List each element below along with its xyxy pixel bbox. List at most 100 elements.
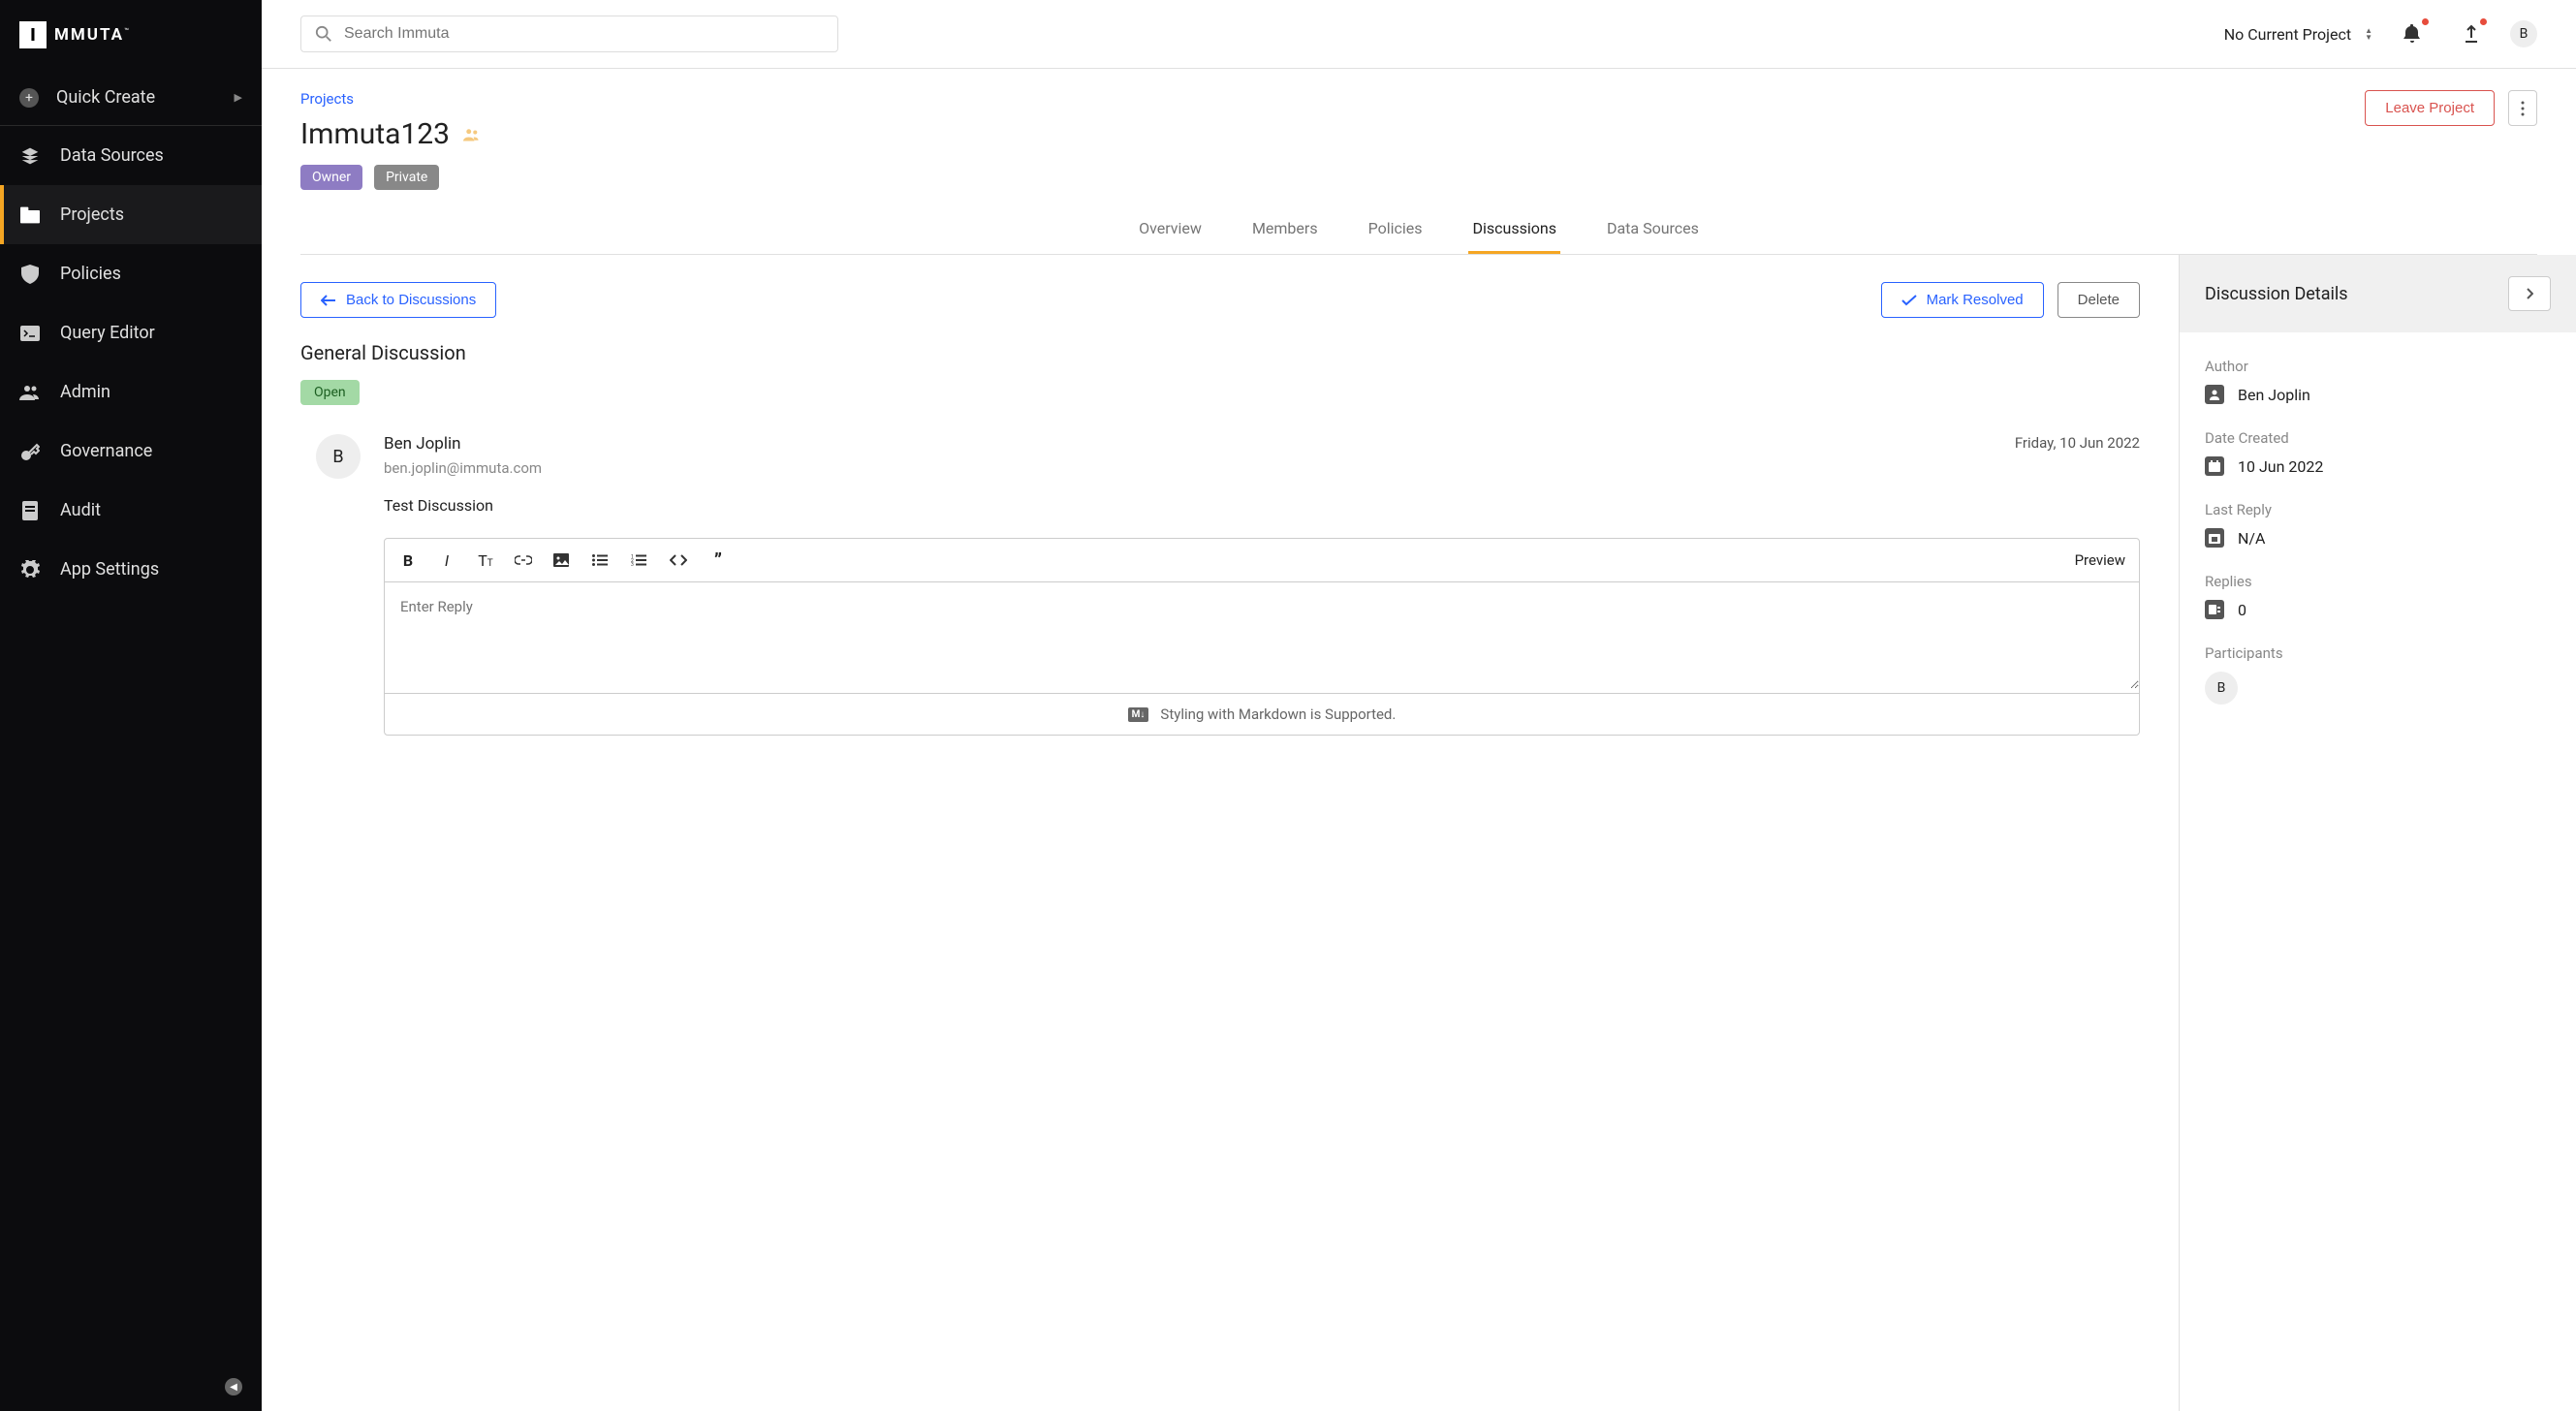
tab-data-sources[interactable]: Data Sources <box>1603 205 1703 254</box>
nav-label: Governance <box>60 441 152 461</box>
logo-text: MMUTA™ <box>54 25 129 45</box>
post-date: Friday, 10 Jun 2022 <box>2015 434 2140 454</box>
author-value: Ben Joplin <box>2238 386 2310 404</box>
collapse-panel-button[interactable] <box>2508 276 2551 311</box>
link-button[interactable] <box>515 555 534 565</box>
image-icon <box>553 553 569 567</box>
chevron-updown-icon: ▲▼ <box>2365 27 2372 41</box>
editor-footer: M↓ Styling with Markdown is Supported. <box>385 693 2139 735</box>
reply-textarea[interactable] <box>385 582 2139 689</box>
details-panel: Discussion Details Author Ben Joplin <box>2179 255 2576 1411</box>
check-icon <box>1901 295 1917 306</box>
svg-text:3: 3 <box>631 562 634 566</box>
sidebar-item-data-sources[interactable]: Data Sources <box>0 126 262 185</box>
sidebar-item-admin[interactable]: Admin <box>0 362 262 422</box>
back-label: Back to Discussions <box>346 292 476 308</box>
plus-circle-icon: + <box>19 88 39 108</box>
project-selector[interactable]: No Current Project ▲▼ <box>2224 25 2372 44</box>
quick-create-label: Quick Create <box>56 87 217 108</box>
italic-button[interactable]: I <box>437 551 456 570</box>
chevron-right-icon <box>2526 288 2533 299</box>
markdown-hint: Styling with Markdown is Supported. <box>1160 706 1396 723</box>
gear-icon <box>19 560 41 580</box>
preview-button[interactable]: Preview <box>2075 551 2125 569</box>
bell-icon <box>2403 24 2421 44</box>
people-icon <box>463 128 481 141</box>
notifications-button[interactable] <box>2392 20 2433 47</box>
layers-icon <box>19 146 41 166</box>
sidebar: I MMUTA™ + Quick Create ▶ Data Sources P… <box>0 0 262 1411</box>
sidebar-item-policies[interactable]: Policies <box>0 244 262 303</box>
project-title: Immuta123 <box>300 117 450 151</box>
collapse-sidebar-button[interactable]: ◀ <box>225 1378 242 1395</box>
leave-project-button[interactable]: Leave Project <box>2365 90 2495 126</box>
replies-value: 0 <box>2238 601 2246 619</box>
code-icon <box>670 554 687 566</box>
event-icon <box>2205 528 2224 548</box>
logo[interactable]: I MMUTA™ <box>0 0 262 70</box>
sidebar-item-query-editor[interactable]: Query Editor <box>0 303 262 362</box>
bullet-list-button[interactable] <box>592 554 612 566</box>
sidebar-item-projects[interactable]: Projects <box>0 185 262 244</box>
nav-label: Data Sources <box>60 145 164 166</box>
back-to-discussions-button[interactable]: Back to Discussions <box>300 282 496 318</box>
delete-button[interactable]: Delete <box>2058 282 2140 318</box>
mark-resolved-label: Mark Resolved <box>1927 292 2024 308</box>
quick-create-button[interactable]: + Quick Create ▶ <box>0 70 262 126</box>
image-button[interactable] <box>553 553 573 567</box>
author-label: Author <box>2205 358 2551 375</box>
discussion-main: Back to Discussions Mark Resolved Delete… <box>262 255 2179 1411</box>
notification-dot <box>2422 18 2429 25</box>
upload-button[interactable] <box>2452 20 2491 47</box>
participants-label: Participants <box>2205 644 2551 662</box>
terminal-icon <box>19 326 41 341</box>
nav-label: Projects <box>60 204 124 225</box>
notification-dot <box>2480 18 2487 25</box>
last-reply-label: Last Reply <box>2205 501 2551 518</box>
search-box[interactable] <box>300 16 838 52</box>
discussion-title: General Discussion <box>300 341 2140 364</box>
breadcrumb-projects[interactable]: Projects <box>300 90 481 108</box>
quote-button[interactable]: ” <box>708 549 728 572</box>
tab-members[interactable]: Members <box>1248 205 1322 254</box>
tab-discussions[interactable]: Discussions <box>1468 205 1559 254</box>
discussion-post: B Ben Joplin Friday, 10 Jun 2022 ben.jop… <box>300 434 2140 736</box>
sidebar-item-app-settings[interactable]: App Settings <box>0 540 262 599</box>
details-title: Discussion Details <box>2205 284 2348 304</box>
key-icon <box>19 442 41 461</box>
link-icon <box>515 555 532 565</box>
post-email: ben.joplin@immuta.com <box>384 459 2140 477</box>
nav-label: Query Editor <box>60 323 155 343</box>
shield-icon <box>19 265 41 284</box>
replies-label: Replies <box>2205 573 2551 590</box>
tab-overview[interactable]: Overview <box>1135 205 1206 254</box>
upload-icon <box>2464 24 2479 44</box>
search-icon <box>315 25 332 43</box>
topbar: No Current Project ▲▼ B <box>262 0 2576 69</box>
markdown-icon: M↓ <box>1128 707 1149 722</box>
search-input[interactable] <box>344 25 824 43</box>
folder-icon <box>19 206 41 224</box>
sidebar-item-governance[interactable]: Governance <box>0 422 262 481</box>
more-actions-button[interactable] <box>2508 90 2537 126</box>
arrow-left-icon <box>321 295 336 306</box>
tabs: Overview Members Policies Discussions Da… <box>300 205 2537 255</box>
code-button[interactable] <box>670 554 689 566</box>
mark-resolved-button[interactable]: Mark Resolved <box>1881 282 2044 318</box>
nav-label: Admin <box>60 382 110 402</box>
page-header: Projects Immuta123 Owner Private Leave P… <box>262 69 2576 255</box>
document-icon <box>19 501 41 520</box>
post-avatar: B <box>316 434 361 479</box>
tab-policies[interactable]: Policies <box>1365 205 1427 254</box>
text-size-button[interactable]: TT <box>476 551 495 570</box>
last-reply-value: N/A <box>2238 529 2265 548</box>
post-author: Ben Joplin <box>384 434 461 454</box>
sidebar-item-audit[interactable]: Audit <box>0 481 262 540</box>
date-created-value: 10 Jun 2022 <box>2238 457 2323 476</box>
number-list-button[interactable]: 123 <box>631 554 650 566</box>
status-chip: Open <box>300 380 360 405</box>
user-avatar[interactable]: B <box>2510 20 2537 47</box>
bold-button[interactable]: B <box>398 551 418 570</box>
participant-avatar[interactable]: B <box>2205 672 2238 705</box>
nav-label: Policies <box>60 264 121 284</box>
